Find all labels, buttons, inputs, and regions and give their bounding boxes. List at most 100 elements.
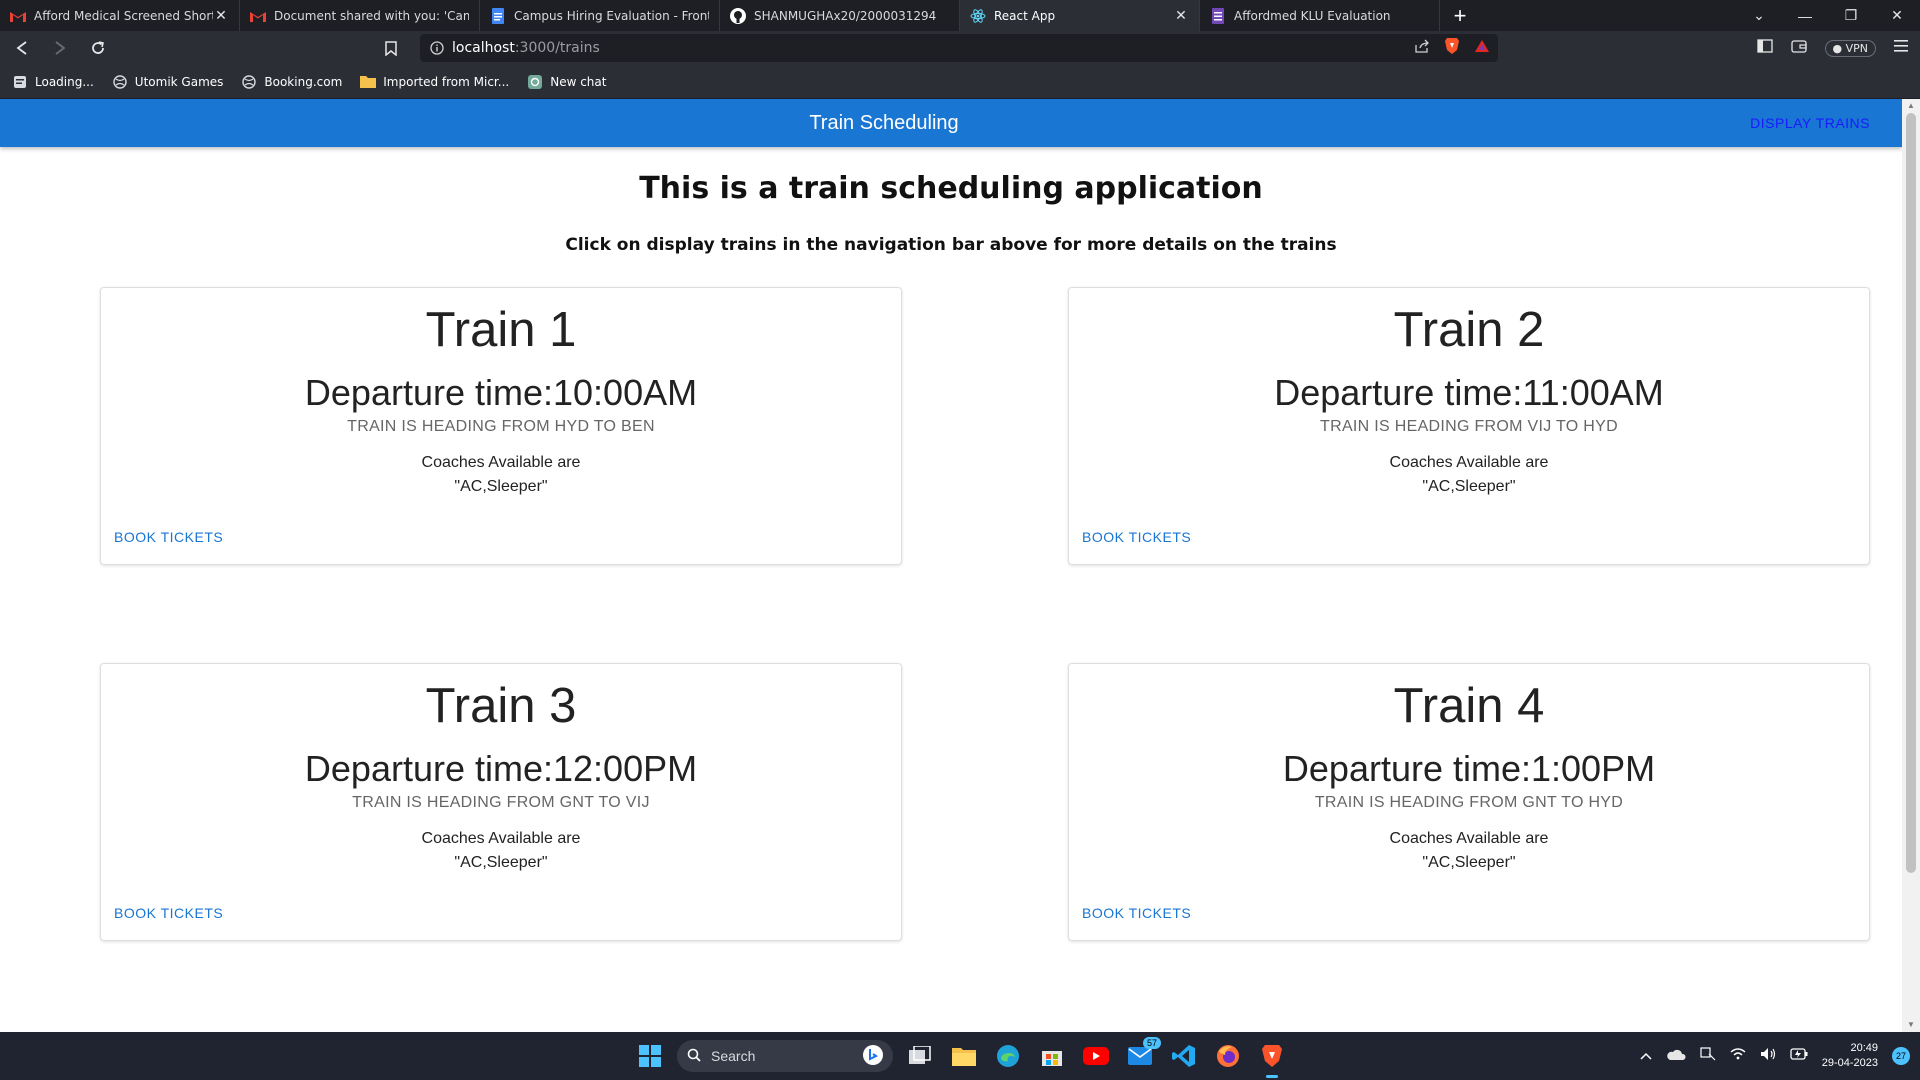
- clock-time: 20:49: [1850, 1042, 1878, 1054]
- bookmark-loading[interactable]: Loading...: [12, 74, 94, 90]
- close-window-button[interactable]: ✕: [1874, 0, 1920, 31]
- gmail-icon: [250, 8, 266, 24]
- restore-button[interactable]: ❐: [1828, 0, 1874, 31]
- gmail-icon: [10, 8, 26, 24]
- book-tickets-button[interactable]: BOOK TICKETS: [114, 905, 223, 921]
- wallet-icon[interactable]: [1790, 39, 1807, 58]
- train-name: Train 2: [1393, 303, 1545, 357]
- brave-rewards-icon[interactable]: [1474, 39, 1490, 58]
- coaches-list: "AC,Sleeper": [1422, 854, 1516, 871]
- info-icon[interactable]: [430, 41, 452, 55]
- taskbar-apps: Search 57: [633, 1032, 1289, 1080]
- page-scrollbar[interactable]: ▲ ▼: [1902, 99, 1920, 1032]
- bookmark-utomik[interactable]: Utomik Games: [112, 74, 224, 90]
- display-trains-link[interactable]: DISPLAY TRAINS: [1750, 99, 1870, 147]
- share-icon[interactable]: [1414, 39, 1430, 58]
- bookmark-icon[interactable]: [385, 31, 397, 65]
- battery-icon[interactable]: [1790, 1047, 1808, 1065]
- train-route: TRAIN IS HEADING FROM GNT TO HYD: [1314, 794, 1624, 811]
- forward-button[interactable]: [44, 33, 76, 63]
- browser-tab-bar: Afford Medical Screened Shortlist ✕ Docu…: [0, 0, 1920, 31]
- taskbar-search[interactable]: Search: [677, 1040, 893, 1072]
- tab-github[interactable]: SHANMUGHAx20/2000031294: [720, 0, 960, 31]
- bookmark-new-chat[interactable]: New chat: [527, 74, 606, 90]
- page-heading: This is a train scheduling application: [639, 171, 1263, 206]
- bookmark-label: Utomik Games: [134, 74, 224, 89]
- firefox-icon[interactable]: [1211, 1039, 1245, 1073]
- chevron-up-icon[interactable]: [1640, 1047, 1652, 1065]
- bookmark-booking[interactable]: Booking.com: [241, 74, 342, 90]
- file-explorer-icon[interactable]: [947, 1039, 981, 1073]
- task-view-icon[interactable]: [903, 1039, 937, 1073]
- reload-button[interactable]: [82, 33, 114, 63]
- tab-document-shared[interactable]: Document shared with you: 'Campus H: [240, 0, 480, 31]
- scroll-up-arrow-icon[interactable]: ▲: [1902, 99, 1920, 113]
- tab-campus-hiring[interactable]: Campus Hiring Evaluation - Frontend: [480, 0, 720, 31]
- train-name: Train 1: [425, 303, 577, 357]
- tab-react-app[interactable]: React App ✕: [960, 0, 1200, 31]
- train-route: TRAIN IS HEADING FROM HYD TO BEN: [347, 418, 655, 435]
- store-icon[interactable]: [1035, 1039, 1069, 1073]
- forms-icon: [1210, 7, 1226, 24]
- clock[interactable]: 20:49 29-04-2023: [1822, 1041, 1878, 1071]
- train-card-2: Train 2 Departure time:11:00AM TRAIN IS …: [1068, 287, 1870, 565]
- book-tickets-button[interactable]: BOOK TICKETS: [114, 529, 223, 545]
- menu-icon[interactable]: [1894, 39, 1908, 57]
- docs-icon: [490, 7, 506, 24]
- book-tickets-button[interactable]: BOOK TICKETS: [1082, 529, 1191, 545]
- train-route: TRAIN IS HEADING FROM GNT TO VIJ: [352, 794, 650, 811]
- notification-badge[interactable]: 27: [1892, 1047, 1910, 1065]
- taskbar: Search 57 20:49 29-04-2023 27: [0, 1032, 1920, 1080]
- wifi-icon[interactable]: [1730, 1047, 1746, 1065]
- bookmark-imported-folder[interactable]: Imported from Micr...: [360, 74, 509, 90]
- book-tickets-button[interactable]: BOOK TICKETS: [1082, 905, 1191, 921]
- coaches-list: "AC,Sleeper": [454, 854, 548, 871]
- tab-title: Afford Medical Screened Shortlist: [34, 8, 213, 23]
- close-icon[interactable]: ✕: [213, 7, 229, 24]
- sidebar-icon[interactable]: [1756, 38, 1773, 58]
- new-tab-button[interactable]: +: [1440, 0, 1480, 31]
- close-icon[interactable]: ✕: [1173, 7, 1189, 24]
- url-host: localhost: [452, 40, 515, 56]
- departure-time: Departure time:10:00AM: [304, 372, 698, 413]
- page-icon: [12, 74, 28, 90]
- tab-affordmed-klu[interactable]: Affordmed KLU Evaluation: [1200, 0, 1440, 31]
- language-icon[interactable]: [1700, 1046, 1716, 1066]
- minimize-button[interactable]: —: [1782, 0, 1828, 31]
- scrollbar-thumb[interactable]: [1906, 113, 1916, 873]
- volume-icon[interactable]: [1760, 1047, 1776, 1066]
- folder-icon: [360, 74, 377, 90]
- brave-shields-icon[interactable]: [1444, 37, 1460, 60]
- departure-time: Departure time:12:00PM: [304, 748, 698, 789]
- train-card-3: Train 3 Departure time:12:00PM TRAIN IS …: [100, 663, 902, 941]
- bing-icon[interactable]: [863, 1044, 883, 1068]
- coaches-label: Coaches Available are: [1389, 454, 1549, 471]
- globe-icon: [112, 74, 128, 90]
- tab-afford-medical[interactable]: Afford Medical Screened Shortlist ✕: [0, 0, 240, 31]
- vpn-button[interactable]: ● VPN: [1824, 39, 1876, 57]
- tab-title: Document shared with you: 'Campus H: [274, 8, 469, 23]
- edge-icon[interactable]: [991, 1039, 1025, 1073]
- youtube-icon[interactable]: [1079, 1039, 1113, 1073]
- system-tray: 20:49 29-04-2023 27: [1640, 1032, 1920, 1080]
- mail-icon[interactable]: 57: [1123, 1037, 1161, 1073]
- train-name: Train 3: [425, 679, 577, 733]
- brave-icon[interactable]: [1255, 1039, 1289, 1078]
- mail-badge: 57: [1142, 1037, 1161, 1049]
- train-card-1: Train 1 Departure time:10:00AM TRAIN IS …: [100, 287, 902, 565]
- scroll-down-arrow-icon[interactable]: ▼: [1902, 1018, 1920, 1032]
- train-name: Train 4: [1393, 679, 1545, 733]
- onedrive-icon[interactable]: [1666, 1047, 1686, 1066]
- tab-title: SHANMUGHAx20/2000031294: [754, 8, 937, 23]
- windows-start-icon[interactable]: [633, 1039, 667, 1073]
- vscode-icon[interactable]: [1167, 1039, 1201, 1073]
- back-button[interactable]: [6, 33, 38, 63]
- window-controls: ⌄ — ❐ ✕: [1736, 0, 1920, 31]
- bookmarks-bar: Loading... Utomik Games Booking.com Impo…: [0, 65, 1920, 99]
- vpn-label: VPN: [1845, 41, 1868, 55]
- address-bar[interactable]: localhost:3000/trains: [420, 34, 1498, 62]
- app-title: Train Scheduling: [809, 112, 959, 134]
- search-icon: [687, 1048, 701, 1065]
- chevron-down-icon[interactable]: ⌄: [1736, 0, 1782, 31]
- coaches-label: Coaches Available are: [421, 830, 581, 847]
